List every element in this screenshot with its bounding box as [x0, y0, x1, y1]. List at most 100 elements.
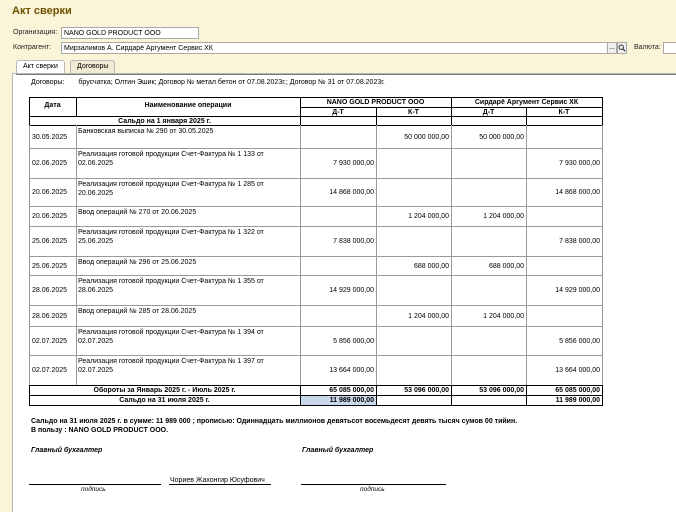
closing-d1: 11 989 000,00: [329, 397, 374, 404]
tab-act[interactable]: Акт сверки: [16, 60, 65, 73]
col-rule: [29, 275, 30, 306]
report-top-line: [16, 74, 676, 75]
table-rule: [376, 395, 377, 406]
row-date: 28.06.2025: [32, 313, 68, 320]
col-rule: [29, 125, 30, 149]
left-signature-title: Главный бухгалтер: [31, 447, 103, 454]
col-rule: [300, 148, 301, 179]
col-rule: [451, 206, 452, 227]
col-rule: [76, 125, 77, 149]
row-operation: Реализация готовой продукции Счет-Фактур…: [78, 278, 264, 294]
col-rule: [76, 305, 77, 327]
row-amount-d1: 7 930 000,00: [333, 160, 374, 167]
row-operation: Реализация готовой продукции Счет-Фактур…: [78, 181, 264, 197]
col-rule: [300, 206, 301, 227]
header-date: Дата: [44, 102, 61, 109]
col-rule: [376, 125, 377, 149]
col-rule: [451, 178, 452, 207]
col-rule: [451, 355, 452, 386]
col-rule: [29, 256, 30, 276]
col-rule: [29, 326, 30, 356]
contracts-value: брусчатка; Олтин Эшик; Договор № метал б…: [78, 79, 385, 86]
row-amount-d2: 688 000,00: [488, 263, 524, 270]
col-rule: [300, 355, 301, 386]
header-company2: Сирдарё Аргумент Сервис ХК: [474, 99, 579, 106]
row-date: 02.07.2025: [32, 367, 68, 374]
row-rule: [29, 148, 603, 149]
col-rule: [602, 125, 603, 149]
col-rule: [602, 256, 603, 276]
col-rule: [76, 148, 77, 179]
window-title: Акт сверки: [12, 5, 72, 17]
col-rule: [526, 275, 527, 306]
row-amount-k2: 14 929 000,00: [555, 287, 600, 294]
in-favor-line: В пользу : NANO GOLD PRODUCT ООО.: [31, 427, 169, 434]
col-rule: [376, 148, 377, 179]
magnifier-icon: [618, 44, 626, 52]
row-operation: Реализация готовой продукции Счет-Фактур…: [78, 229, 264, 245]
row-operation: Ввод операций № 270 от 20.06.2025: [78, 209, 197, 216]
col-rule: [300, 226, 301, 257]
row-amount-d2: 50 000 000,00: [479, 134, 524, 141]
col-rule: [526, 125, 527, 149]
org-label: Организация:: [13, 29, 58, 36]
col-rule: [602, 326, 603, 356]
header-dt1: Д-Т: [332, 109, 344, 116]
col-rule: [526, 305, 527, 327]
col-rule: [451, 305, 452, 327]
org-field[interactable]: NANO GOLD PRODUCT ООО: [61, 27, 199, 39]
col-rule: [300, 275, 301, 306]
col-rule: [76, 256, 77, 276]
col-rule: [29, 148, 30, 179]
row-amount-d1: 14 868 000,00: [329, 189, 374, 196]
closing-k2: 11 989 000,00: [555, 397, 600, 404]
right-signature-caption: подпись: [360, 486, 385, 493]
col-rule: [76, 206, 77, 227]
left-signature-line: [29, 484, 161, 485]
row-operation: Реализация готовой продукции Счет-Фактур…: [78, 329, 264, 345]
col-rule: [376, 275, 377, 306]
col-rule: [451, 226, 452, 257]
row-amount-d2: 1 204 000,00: [483, 313, 524, 320]
table-rule: [29, 405, 603, 406]
row-amount-k2: 13 664 000,00: [555, 367, 600, 374]
currency-field[interactable]: [663, 42, 676, 54]
contractor-field[interactable]: Мирзалимов А. Сирдарё Аргумент Сервис ХК: [61, 42, 608, 54]
col-rule: [526, 226, 527, 257]
col-rule: [300, 305, 301, 327]
col-rule: [29, 226, 30, 257]
table-rule: [602, 97, 603, 117]
row-date: 20.06.2025: [32, 189, 68, 196]
col-rule: [376, 326, 377, 356]
col-rule: [526, 206, 527, 227]
col-rule: [526, 326, 527, 356]
col-rule: [29, 178, 30, 207]
turnover-k1: 53 096 000,00: [404, 387, 449, 394]
table-rule: [29, 125, 603, 126]
row-rule: [29, 256, 603, 257]
col-rule: [376, 226, 377, 257]
col-rule: [29, 305, 30, 327]
col-rule: [76, 355, 77, 386]
header-operation: Наименование операции: [144, 102, 232, 109]
row-date: 20.06.2025: [32, 213, 68, 220]
row-rule: [29, 355, 603, 356]
right-signature-title: Главный бухгалтер: [302, 447, 374, 454]
row-amount-k2: 14 868 000,00: [555, 189, 600, 196]
row-date: 25.06.2025: [32, 238, 68, 245]
col-rule: [602, 355, 603, 386]
col-rule: [526, 256, 527, 276]
col-rule: [76, 326, 77, 356]
col-rule: [602, 275, 603, 306]
col-rule: [602, 148, 603, 179]
row-operation: Реализация готовой продукции Счет-Фактур…: [78, 151, 264, 167]
row-rule: [29, 206, 603, 207]
col-rule: [76, 226, 77, 257]
tab-contracts[interactable]: Договоры: [70, 60, 116, 73]
col-rule: [602, 305, 603, 327]
row-date: 30.05.2025: [32, 134, 68, 141]
col-rule: [376, 206, 377, 227]
open-search-button[interactable]: [617, 42, 627, 54]
turnover-k2: 65 085 000,00: [555, 387, 600, 394]
select-button[interactable]: ...: [607, 42, 617, 54]
